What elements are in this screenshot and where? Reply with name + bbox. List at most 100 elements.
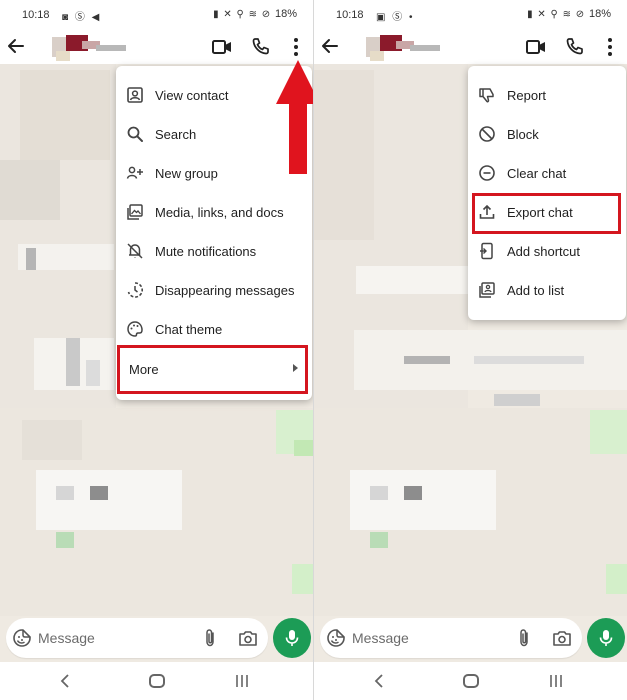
notification-icons: ◙ Ⓢ ◀ (62, 12, 102, 23)
add-group-icon (126, 166, 143, 179)
blurred-chat-area (66, 338, 80, 386)
blurred-message-bubble (606, 564, 627, 594)
nav-recent-apps-icon[interactable] (548, 674, 564, 688)
contact-card-icon (127, 87, 143, 103)
menu-item-label: Disappearing messages (155, 282, 295, 298)
blurred-chat-area (86, 360, 100, 386)
menu-item-label: Search (155, 126, 197, 142)
blurred-chat-area (20, 70, 110, 160)
chat-screen-left: 10:18 ◙ Ⓢ ◀ ▮ ✕ ⚲ ≋ ⊘ 18% View contact S… (0, 0, 313, 700)
timer-icon (127, 282, 143, 298)
shortcut-icon (480, 242, 493, 260)
menu-item-label: Block (507, 126, 539, 142)
blurred-chat-area (370, 486, 388, 500)
contact-avatar-blurred[interactable] (366, 33, 442, 61)
back-arrow-icon[interactable] (6, 34, 26, 58)
menu-item-add-shortcut[interactable]: Add shortcut (468, 233, 626, 269)
minus-circle-icon (479, 165, 495, 181)
blurred-chat-area (370, 532, 388, 548)
block-icon (479, 126, 495, 142)
system-icons: ▮ ✕ ⚲ ≋ ⊘ (527, 9, 586, 20)
menu-item-media-links-docs[interactable]: Media, links, and docs (116, 194, 312, 230)
chat-header (0, 30, 313, 64)
nav-home-icon[interactable] (463, 674, 479, 688)
blurred-message-bubble (350, 470, 496, 530)
menu-item-label: View contact (155, 87, 229, 103)
red-arrow-annotation (276, 60, 313, 174)
phone-call-icon[interactable] (566, 37, 584, 55)
menu-item-mute-notifications[interactable]: Mute notifications (116, 233, 312, 269)
system-status: ▮ ✕ ⚲ ≋ ⊘ 18% (527, 8, 611, 20)
camera-icon[interactable] (552, 629, 572, 647)
menu-item-add-to-list[interactable]: Add to list (468, 272, 626, 308)
blurred-chat-area (404, 486, 422, 500)
blurred-chat-area (90, 486, 108, 500)
menu-item-label: New group (155, 165, 218, 181)
blurred-message-bubble (292, 564, 313, 594)
menu-item-clear-chat[interactable]: Clear chat (468, 155, 626, 191)
battery-level: 18% (274, 8, 297, 20)
blurred-chat-area (56, 486, 74, 500)
highlight-box-more (117, 345, 308, 394)
battery-level: 18% (588, 8, 611, 20)
contact-avatar-blurred[interactable] (52, 33, 128, 61)
status-time: 10:18 (336, 9, 364, 21)
phone-call-icon[interactable] (252, 37, 270, 55)
system-status: ▮ ✕ ⚲ ≋ ⊘ 18% (213, 8, 297, 20)
blurred-chat-area (404, 356, 450, 364)
sticker-emoji-icon[interactable] (12, 628, 32, 648)
nav-back-icon[interactable] (58, 673, 72, 689)
blurred-chat-area (294, 440, 313, 456)
menu-item-report[interactable]: Report (468, 77, 626, 113)
system-icons: ▮ ✕ ⚲ ≋ ⊘ (213, 9, 272, 20)
blurred-chat-area (494, 394, 540, 406)
menu-item-label: Chat theme (155, 321, 223, 337)
blurred-message-bubble (36, 470, 182, 530)
camera-icon[interactable] (238, 629, 258, 647)
nav-home-icon[interactable] (149, 674, 165, 688)
more-options-icon[interactable] (603, 37, 617, 57)
blurred-chat-area (26, 248, 36, 270)
menu-item-chat-theme[interactable]: Chat theme (116, 311, 312, 347)
chat-screen-right: 10:18 ▣ Ⓢ • ▮ ✕ ⚲ ≋ ⊘ 18% Report Block C… (314, 0, 627, 700)
message-composer (320, 618, 582, 658)
list-icon (479, 282, 495, 298)
blurred-chat-area (56, 532, 74, 548)
sticker-emoji-icon[interactable] (326, 628, 346, 648)
system-navigation-bar (0, 662, 313, 700)
chat-header (314, 30, 627, 64)
more-options-icon[interactable] (289, 37, 303, 57)
thumbs-down-icon (479, 88, 494, 103)
system-navigation-bar (314, 662, 627, 700)
microphone-icon (599, 630, 613, 646)
nav-back-icon[interactable] (372, 673, 386, 689)
video-call-icon[interactable] (212, 38, 232, 56)
blurred-chat-area (22, 420, 82, 460)
menu-item-label: Clear chat (507, 165, 567, 181)
blurred-message-bubble (356, 266, 468, 294)
highlight-box-export-chat (472, 193, 621, 234)
video-call-icon[interactable] (526, 38, 546, 56)
microphone-icon (285, 630, 299, 646)
media-gallery-icon (127, 204, 143, 220)
blurred-chat-area (0, 160, 60, 220)
menu-item-label: Mute notifications (155, 243, 257, 259)
back-arrow-icon[interactable] (320, 34, 340, 58)
blurred-message-bubble (590, 410, 627, 454)
menu-item-block[interactable]: Block (468, 116, 626, 152)
message-input[interactable] (38, 627, 188, 649)
voice-message-button[interactable] (273, 618, 311, 658)
message-input[interactable] (352, 627, 502, 649)
menu-item-label: Add to list (507, 282, 565, 298)
message-composer (6, 618, 268, 658)
nav-recent-apps-icon[interactable] (234, 674, 250, 688)
status-bar: 10:18 ◙ Ⓢ ◀ ▮ ✕ ⚲ ≋ ⊘ 18% (0, 0, 313, 30)
search-icon (127, 126, 143, 142)
paperclip-icon[interactable] (516, 628, 532, 648)
menu-item-label: Add shortcut (507, 243, 580, 259)
palette-icon (127, 321, 143, 337)
paperclip-icon[interactable] (202, 628, 218, 648)
voice-message-button[interactable] (587, 618, 625, 658)
blurred-chat-area (314, 70, 374, 240)
menu-item-disappearing-messages[interactable]: Disappearing messages (116, 272, 312, 308)
